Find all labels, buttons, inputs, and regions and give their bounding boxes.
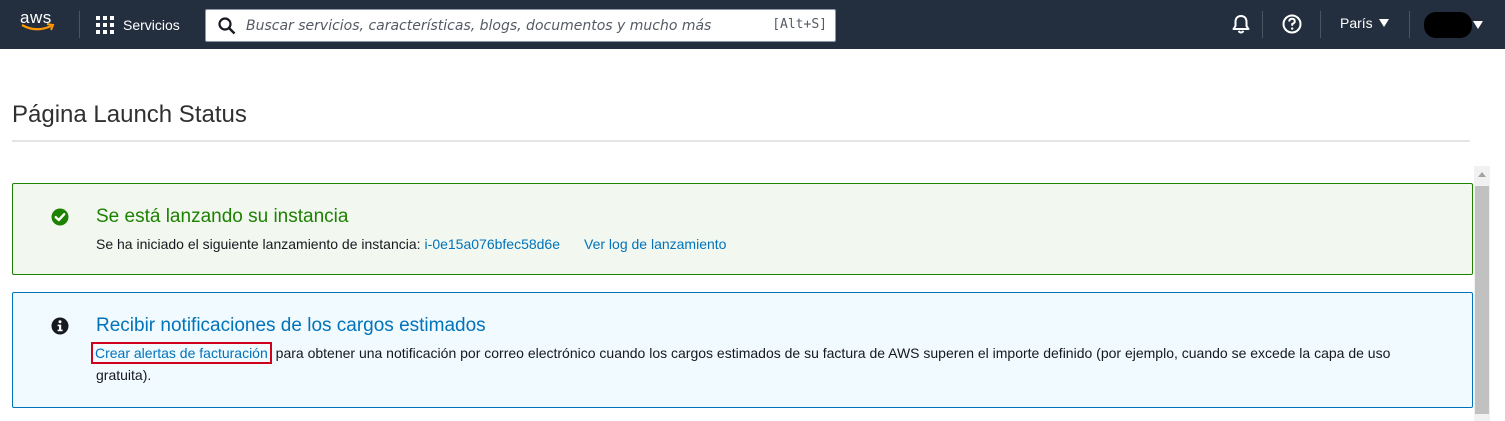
info-alert-text: para obtener una notificación por correo… (96, 345, 1391, 383)
info-alert-body: Crear alertas de facturación para obtene… (91, 342, 1446, 386)
launch-success-alert: Se está lanzando su instancia Se ha inic… (12, 183, 1473, 275)
search-input[interactable] (246, 15, 756, 37)
services-label: Servicios (123, 17, 180, 33)
check-circle-icon (51, 208, 69, 226)
success-alert-heading: Se está lanzando su instancia (96, 206, 349, 227)
services-menu-button[interactable]: Servicios (96, 12, 180, 38)
search-shortcut-hint: [Alt+S] (772, 17, 827, 32)
nav-divider (79, 11, 80, 38)
aws-smile-icon (21, 23, 55, 31)
nav-divider (1320, 11, 1321, 38)
region-label: París (1340, 15, 1373, 31)
search-box[interactable]: [Alt+S] (205, 9, 836, 42)
help-icon[interactable] (1281, 13, 1303, 35)
aws-logo[interactable]: aws (20, 9, 60, 39)
region-selector[interactable]: París (1340, 15, 1389, 31)
nav-divider (1409, 11, 1410, 38)
success-alert-text: Se ha iniciado el siguiente lanzamiento … (96, 236, 421, 252)
search-icon (218, 17, 236, 35)
grid-icon (96, 16, 114, 34)
create-billing-alerts-link[interactable]: Crear alertas de facturación (91, 342, 272, 364)
info-alert-heading: Recibir notificaciones de los cargos est… (96, 315, 486, 336)
title-divider (12, 140, 1470, 142)
instance-id-link[interactable]: i-0e15a076bfec58d6e (425, 236, 560, 252)
success-alert-body: Se ha iniciado el siguiente lanzamiento … (96, 233, 726, 255)
scroll-up-arrow-icon[interactable] (1478, 172, 1486, 177)
top-navigation-bar: aws Servicios [Alt+S] París (0, 0, 1505, 49)
caret-down-icon (1378, 19, 1389, 27)
nav-divider (1262, 11, 1263, 38)
billing-info-alert: Recibir notificaciones de los cargos est… (12, 292, 1473, 408)
account-menu-redacted[interactable] (1424, 12, 1472, 38)
page-title: Página Launch Status (12, 101, 247, 128)
caret-down-icon[interactable] (1473, 21, 1483, 29)
info-circle-icon (51, 317, 69, 335)
scrollbar-thumb[interactable] (1475, 186, 1489, 414)
view-launch-log-link[interactable]: Ver log de lanzamiento (584, 236, 726, 252)
bell-icon[interactable] (1230, 13, 1252, 35)
